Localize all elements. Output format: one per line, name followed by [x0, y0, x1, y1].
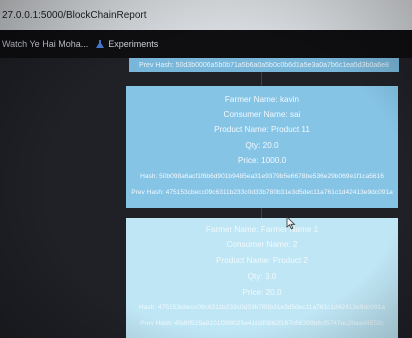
address-bar[interactable]: 27.0.0.1:5000/BlockChainReport [0, 0, 412, 30]
hash: Hash: 50b098a6acf1f6b6d901b9485ea31e9379… [140, 173, 384, 180]
farmer-name: Farmer Name: kavin [224, 95, 300, 104]
product-name: Product Name: Product 2 [216, 256, 308, 265]
bookmark-watch[interactable]: Watch Ye Hai Moha... [2, 39, 88, 49]
experiments-icon [96, 40, 105, 48]
price: Price: 20.0 [242, 288, 282, 297]
farmer-name: Farmer Name: Farmer Name 1 [205, 225, 319, 234]
bookmarks-bar: Watch Ye Hai Moha... Experiments [0, 30, 412, 58]
quantity: Qty: 20.0 [245, 141, 279, 150]
bookmark-experiments[interactable]: Experiments [96, 39, 158, 49]
consumer-name: Consumer Name: sai [223, 110, 301, 119]
bookmark-label: Experiments [108, 39, 159, 49]
record-card: Farmer Name: Farmer Name 1 Consumer Name… [126, 218, 398, 338]
url-text[interactable]: 27.0.0.1:5000/BlockChainReport [2, 10, 147, 21]
previous-record-strip: Prev Hash: 50d3b0006a5b0b71a5b6a0a5b0c0b… [129, 58, 399, 72]
consumer-name: Consumer Name: 2 [226, 240, 298, 249]
prev-hash: Prev Hash: 475153cbecc09c6311b233c0d33b7… [131, 189, 393, 196]
prev-hash: Prev Hash: 45d0f525a8101f398025e41b3f086… [140, 320, 384, 327]
quantity: Qty: 3.0 [247, 272, 277, 281]
report-page: Prev Hash: 50d3b0006a5b0b71a5b6a0a5b0c0b… [0, 58, 412, 338]
mouse-cursor-icon [286, 216, 296, 230]
bookmark-label: Watch Ye Hai Moha... [2, 39, 89, 49]
hash: Hash: 475153cbecc09c6311b233c0d33b780b31… [138, 304, 386, 311]
record-card: Farmer Name: kavin Consumer Name: sai Pr… [126, 86, 398, 208]
price: Price: 1000.0 [237, 156, 287, 165]
product-name: Product Name: Product 11 [214, 125, 310, 134]
